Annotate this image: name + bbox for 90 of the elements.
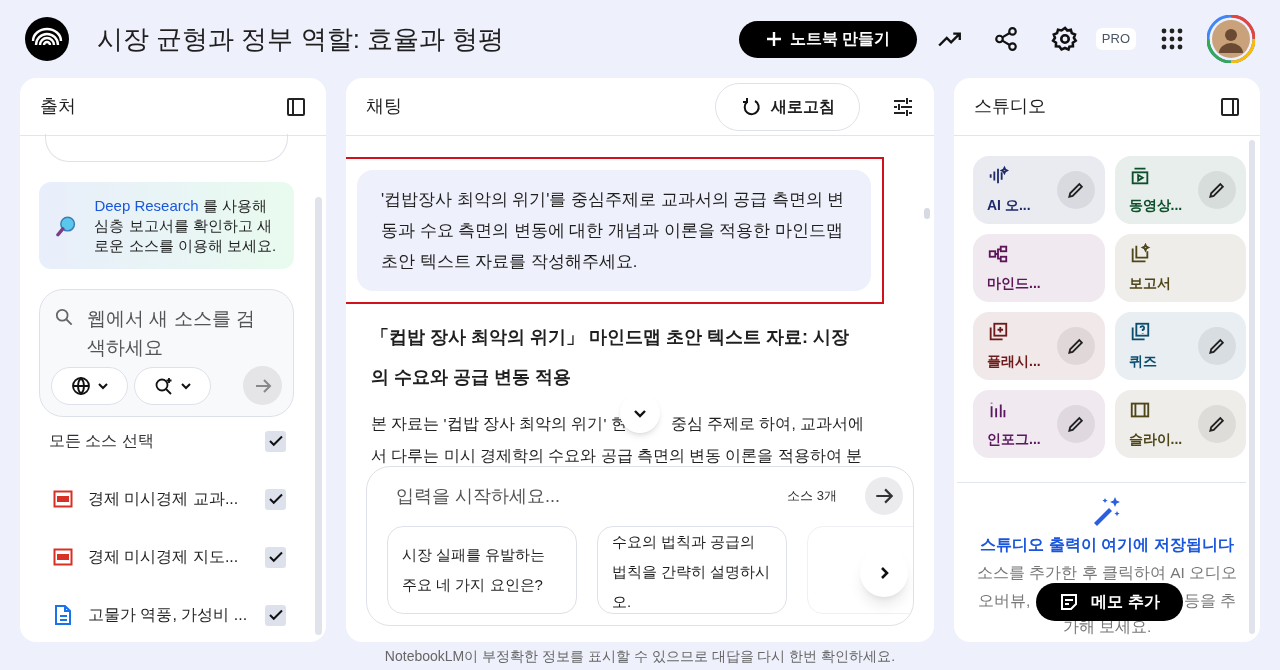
search-icon (55, 308, 73, 326)
studio-tile[interactable]: 마인드... (973, 234, 1105, 302)
source-item[interactable]: 경제 미시경제 교과... (39, 487, 294, 511)
web-search-box[interactable]: 웹에서 새 소스를 검색하세요 (39, 289, 294, 417)
add-note-button[interactable]: 메모 추가 (1036, 583, 1183, 621)
pencil-icon (1207, 336, 1227, 356)
empty-state-title: 스튜디오 출력이 여기에 저장됩니다 (980, 535, 1234, 555)
tile-label: 인포그... (987, 429, 1041, 449)
sidebar-toggle-icon[interactable] (1220, 96, 1240, 117)
pencil-icon (1065, 414, 1086, 434)
submit-button[interactable] (243, 366, 282, 405)
apps-icon[interactable] (1160, 27, 1184, 51)
tile-label: 보고서 (1128, 273, 1171, 293)
suggestion-chip[interactable]: 수요의 법칙과 공급의 법칙을 간략히 설명하시오. (597, 526, 787, 614)
chat-input[interactable]: 입력을 시작하세요... (396, 482, 788, 510)
panel-title: 채팅 (366, 95, 402, 118)
studio-tile[interactable]: 동영상... (1114, 156, 1246, 224)
response-text: 서 다루는 미시 경제학의 수요와 공급 측면의 변동 이론을 적용하여 분 (371, 446, 864, 466)
select-all-label: 모든 소스 선택 (49, 431, 154, 451)
tune-icon[interactable] (892, 95, 914, 118)
pdf-file-icon (53, 489, 73, 509)
share-icon[interactable] (992, 26, 1019, 52)
edit-button[interactable] (1198, 405, 1236, 443)
notebook-title[interactable]: 시장 균형과 정부 역할: 효율과 형평 (97, 19, 505, 59)
note-icon (1059, 592, 1080, 612)
pencil-icon (1065, 336, 1086, 356)
globe-dropdown[interactable] (51, 366, 128, 405)
source-item[interactable]: 고물가 역풍, 가성비 ... (39, 603, 294, 627)
source-item[interactable]: 경제 미시경제 지도... (39, 545, 294, 569)
tile-label: AI 오... (987, 195, 1031, 215)
magnifier-icon (55, 214, 77, 237)
flashcard-icon (987, 320, 1009, 343)
deep-research-link[interactable]: Deep Research (94, 196, 199, 214)
studio-tile[interactable]: 퀴즈 (1114, 312, 1246, 380)
edit-button[interactable] (1198, 171, 1236, 209)
empty-state-text: 오버뷰, (978, 591, 1031, 611)
sidebar-toggle-icon[interactable] (286, 96, 306, 117)
checkbox[interactable] (265, 488, 286, 510)
send-button[interactable] (865, 477, 903, 515)
pdf-file-icon (53, 547, 73, 567)
sparkle-search-icon (153, 375, 174, 396)
tile-label: 마인드... (987, 273, 1041, 293)
checkbox[interactable] (265, 546, 286, 568)
globe-icon (70, 375, 91, 396)
source-count: 소스 3개 (787, 487, 837, 506)
edit-button[interactable] (1056, 171, 1095, 209)
tile-label: 슬라이... (1128, 429, 1183, 449)
studio-tile[interactable]: AI 오... (973, 156, 1105, 224)
refresh-button[interactable]: 새로고침 (715, 82, 860, 131)
empty-state-text: 소스를 추가한 후 클릭하여 AI 오디오 (976, 563, 1238, 583)
studio-tile[interactable]: 슬라이... (1114, 390, 1246, 458)
avatar[interactable] (1207, 15, 1255, 63)
scrollbar[interactable] (1249, 140, 1255, 634)
response-title: 「컵밥 장사 최악의 위기」 마인드맵 초안 텍스트 자료: 시장의 수요와 공급 변동 적용 (371, 326, 850, 389)
edit-button[interactable] (1056, 405, 1095, 443)
pencil-icon (1207, 180, 1227, 200)
suggestion-chip[interactable]: 시장 실패를 유발하는 주요 네 가지 요인은? (387, 526, 577, 614)
create-notebook-button[interactable]: 노트북 만들기 (738, 20, 917, 58)
pencil-icon (1207, 414, 1227, 434)
plus-icon (765, 31, 782, 47)
studio-tile[interactable]: 인포그... (973, 390, 1105, 458)
user-message: '컵밥장사 최악의 위기'를 중심주제로 교과서의 공급 측면의 변동과 수요 측면의 변동에 대한 개념과 이론을 적용한 마인드맵 초안 텍스트 자료를 작성해주세요. (357, 170, 871, 291)
studio-tile[interactable]: 플래시... (973, 312, 1105, 380)
response-text: 중심 주제로 하여, 교과서에 (670, 414, 864, 434)
pencil-icon (1065, 180, 1086, 200)
edit-button[interactable] (1198, 327, 1236, 365)
tile-label: 퀴즈 (1128, 351, 1157, 371)
panel-title: 출처 (40, 95, 76, 118)
promo-text: Deep Research 를 사용해 심층 보고서를 확인하고 새로운 소스를 이용해 보세요. (94, 195, 278, 256)
scrollbar[interactable] (315, 197, 322, 635)
tile-label: 동영상... (1128, 195, 1183, 215)
studio-tile[interactable]: 보고서 (1114, 234, 1246, 302)
tile-label: 플래시... (987, 351, 1041, 371)
source-title: 고물가 역풍, 가성비 ... (88, 605, 249, 625)
web-search-field[interactable]: 웹에서 새 소스를 검색하세요 (87, 304, 257, 364)
edit-button[interactable] (1056, 327, 1095, 365)
research-mode-dropdown[interactable] (134, 366, 211, 405)
disclaimer-text: NotebookLM이 부정확한 정보를 표시할 수 있으므로 대답을 다시 한번 확인하세요. (383, 647, 897, 666)
checkbox[interactable] (265, 604, 286, 626)
document-icon (53, 604, 73, 626)
panel-title: 스튜디오 (974, 95, 1046, 118)
empty-state-text: 등을 추 (1183, 591, 1236, 611)
scrollbar[interactable] (924, 208, 930, 219)
app-logo[interactable] (25, 17, 69, 61)
source-title: 경제 미시경제 지도... (88, 547, 240, 567)
checkbox[interactable] (265, 430, 286, 452)
settings-icon[interactable] (1050, 25, 1079, 53)
pro-badge: PRO (1095, 28, 1136, 50)
refresh-icon (740, 96, 761, 117)
source-title: 경제 미시경제 교과... (88, 489, 240, 509)
